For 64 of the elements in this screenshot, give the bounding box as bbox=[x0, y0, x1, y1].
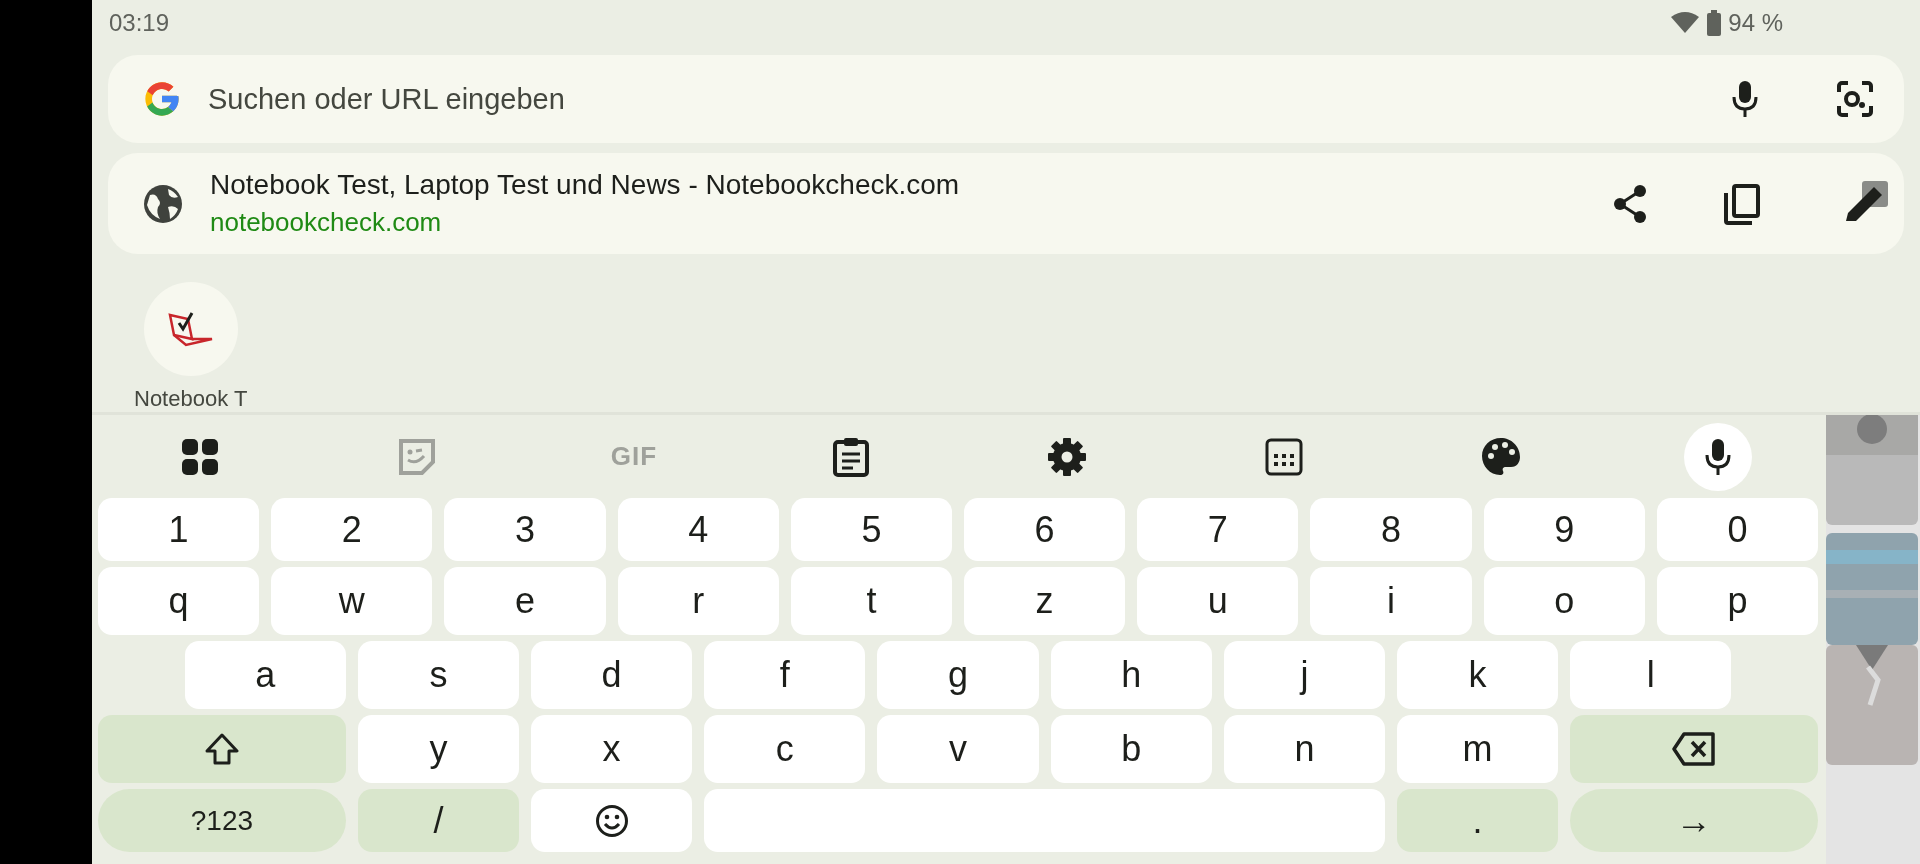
camera-search-icon[interactable] bbox=[1836, 80, 1874, 119]
keyboard-key[interactable]: 9 bbox=[1483, 498, 1645, 561]
keyboard-key[interactable]: 8 bbox=[1310, 498, 1472, 561]
search-bar[interactable]: Suchen oder URL eingeben bbox=[108, 55, 1904, 144]
backspace-key[interactable] bbox=[1570, 715, 1818, 783]
keyboard-key[interactable]: r bbox=[617, 567, 779, 635]
enter-key[interactable]: → bbox=[1570, 789, 1818, 852]
smiley-icon bbox=[594, 803, 629, 838]
keyboard-key[interactable]: q bbox=[98, 567, 260, 635]
symbols-key[interactable]: ?123 bbox=[98, 789, 346, 852]
keyboard-key[interactable]: 2 bbox=[271, 498, 433, 561]
keyboard-key[interactable]: 5 bbox=[790, 498, 952, 561]
keyboard-key[interactable]: b bbox=[1050, 715, 1212, 783]
keyboard-key[interactable]: p bbox=[1656, 567, 1818, 635]
keyboard-key[interactable]: m bbox=[1397, 715, 1559, 783]
keyboard-key[interactable]: n bbox=[1223, 715, 1385, 783]
keyboard-key[interactable]: 7 bbox=[1137, 498, 1299, 561]
keyboard-key[interactable]: x bbox=[531, 715, 693, 783]
keyboard-key[interactable]: i bbox=[1310, 567, 1472, 635]
page-title: Notebook Test, Laptop Test und News - Notebookcheck.com bbox=[210, 169, 961, 202]
keyboard-key[interactable]: 0 bbox=[1656, 498, 1818, 561]
keyboard-key[interactable]: 1 bbox=[98, 498, 260, 561]
emoji-key[interactable] bbox=[531, 789, 693, 852]
keyboard-key[interactable]: c bbox=[704, 715, 866, 783]
settings-icon[interactable] bbox=[1047, 436, 1088, 477]
copy-icon[interactable] bbox=[1722, 182, 1762, 225]
apps-icon[interactable] bbox=[181, 437, 220, 476]
keyboard-key[interactable]: o bbox=[1483, 567, 1645, 635]
keyboard-key[interactable]: a bbox=[184, 641, 346, 709]
battery-percentage: 94 % bbox=[1728, 8, 1783, 37]
keyboard-key[interactable]: 6 bbox=[964, 498, 1126, 561]
keyboard-key[interactable]: k bbox=[1397, 641, 1559, 709]
keyboard-key[interactable]: t bbox=[790, 567, 952, 635]
keyboard-key[interactable]: v bbox=[877, 715, 1039, 783]
keyboard-key[interactable]: h bbox=[1050, 641, 1212, 709]
keyboard-key[interactable]: / bbox=[357, 789, 519, 852]
keyboard-key[interactable]: g bbox=[877, 641, 1039, 709]
backspace-icon bbox=[1672, 732, 1717, 766]
status-time: 03:19 bbox=[109, 8, 170, 37]
keyboard-key[interactable]: 4 bbox=[617, 498, 779, 561]
keyboard-key[interactable]: u bbox=[1137, 567, 1299, 635]
palette-icon[interactable] bbox=[1479, 435, 1522, 478]
search-input[interactable]: Suchen oder URL eingeben bbox=[208, 82, 1704, 116]
keyboard-key[interactable]: y bbox=[357, 715, 519, 783]
shortcut-label: Notebook T bbox=[134, 386, 248, 412]
keyboard-key[interactable]: d bbox=[531, 641, 693, 709]
keyboard-key[interactable]: j bbox=[1223, 641, 1385, 709]
keyboard-key[interactable]: z bbox=[964, 567, 1126, 635]
keyboard-key[interactable]: l bbox=[1570, 641, 1732, 709]
globe-icon bbox=[142, 182, 184, 225]
keyboard-key[interactable]: f bbox=[704, 641, 866, 709]
keyboard-key[interactable]: e bbox=[444, 567, 606, 635]
suggestion-row[interactable]: Notebook Test, Laptop Test und News - Notebookcheck.com notebookcheck.com bbox=[108, 153, 1904, 254]
microphone-icon[interactable] bbox=[1730, 79, 1760, 120]
wifi-icon bbox=[1670, 10, 1701, 35]
keyboard-layout-icon[interactable] bbox=[1265, 437, 1304, 476]
shift-icon bbox=[204, 733, 239, 765]
keyboard-key[interactable]: s bbox=[357, 641, 519, 709]
page-url: notebookcheck.com bbox=[210, 207, 443, 239]
battery-icon bbox=[1706, 9, 1723, 36]
clipboard-icon[interactable] bbox=[832, 436, 869, 477]
keyboard-key[interactable]: . bbox=[1397, 789, 1559, 852]
keyboard-key[interactable]: w bbox=[271, 567, 433, 635]
keyboard-key[interactable]: 3 bbox=[444, 498, 606, 561]
